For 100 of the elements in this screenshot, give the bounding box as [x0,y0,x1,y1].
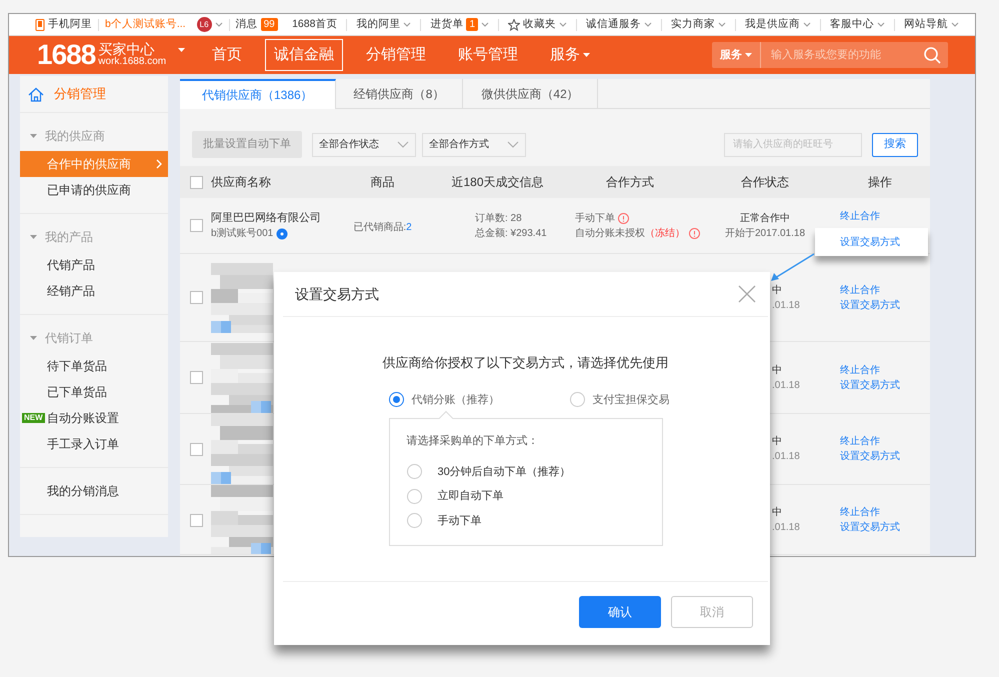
phone-icon [35,18,45,30]
column-header: 合作状态 [741,175,789,189]
chevron-icon [156,159,162,169]
top-link[interactable]: 收藏夹 [523,16,556,32]
checkbox[interactable] [190,514,203,526]
chat-icon[interactable] [276,228,288,240]
status-text: 中 [772,284,782,298]
start-date: .01.18 [772,298,800,312]
action-link[interactable]: 设置交易方式 [840,378,900,392]
action-link[interactable]: 终止合作 [840,434,880,449]
tab[interactable]: 微供供应商（42） [463,79,598,108]
item-label: 自动分账设置 [47,410,119,427]
level-badge: L6 [196,17,212,32]
supplier-name[interactable]: 阿里巴巴网络有限公司 [211,210,321,226]
top-link[interactable]: 诚信通服务 [586,16,641,32]
sidebar-item[interactable]: 已下单货品 [20,379,168,405]
top-link[interactable]: 我是供应商 [745,16,800,32]
home-icon [28,86,44,102]
checkbox[interactable] [190,371,203,384]
arrow [771,253,814,281]
action-link[interactable]: 设置交易方式 [840,298,900,312]
top-link[interactable]: 客服中心 [830,16,874,32]
action-link[interactable]: 设置交易方式 [815,228,928,256]
search-button[interactable]: 搜索 [872,132,918,156]
dialog-title: 设置交易方式 [295,284,379,304]
account-name: b测试账号001 [211,226,274,242]
column-header: 近180天成交信息 [451,175,544,189]
radio-option[interactable]: 代销分账（推荐） [388,392,500,408]
sidebar-item[interactable]: 已申请的供应商 [20,177,168,203]
start-date: 开始于2017.01.18 [724,226,806,240]
phone-link[interactable]: 手机阿里 [48,16,92,32]
info-icon[interactable] [618,212,629,224]
header-subtitle: work.1688.com [98,57,166,68]
checkbox[interactable] [190,442,203,456]
tab[interactable]: 代销供应商（1386） [180,79,336,109]
sidebar-item[interactable]: 经销产品 [20,278,168,304]
column-header: 供应商名称 [211,174,271,191]
column-header: 操作 [868,175,892,189]
count-badge: 1 [466,18,478,31]
count-badge: 99 [260,18,278,31]
action-link[interactable]: 终止合作 [840,209,880,224]
top-link[interactable]: 网站导航 [904,16,948,32]
checkbox[interactable] [190,176,203,188]
close-icon[interactable] [738,285,756,303]
radio-option[interactable]: 手动下单 [406,512,644,529]
caret-icon [214,22,223,27]
column-header: 合作方式 [606,175,654,189]
chevron-icon [397,141,409,148]
total-amount: 总金额: ¥293.41 [475,226,548,240]
header-title: 买家中心 [98,42,154,58]
radio-option[interactable]: 30分钟后自动下单（推荐） [406,464,644,480]
filter-dropdown[interactable]: 全部合作状态 [312,132,416,156]
action-link[interactable]: 终止合作 [840,505,880,520]
action-link[interactable]: 设置交易方式 [840,449,900,464]
account-link[interactable]: b个人测试账号... [105,16,186,32]
search-field[interactable]: 请输入供应商的旺旺号 [724,132,862,156]
status-text: 中 [772,506,782,520]
nav-tab[interactable]: 账号管理 [449,38,528,72]
sidebar-item[interactable]: 待下单货品 [20,353,168,379]
sidebar-item[interactable]: NEW 自动分账设置 [20,405,168,431]
chevron-icon [507,141,519,148]
sidebar-item[interactable]: 我的分销消息 [20,478,168,504]
column-header: 商品 [370,175,394,189]
star-icon [508,18,520,30]
radio-option[interactable]: 立即自动下单 [406,488,644,504]
goods-count: 已代销商品:2 [353,222,412,232]
action-link[interactable]: 终止合作 [840,282,880,298]
checkbox[interactable] [190,219,203,232]
info-icon[interactable] [689,228,700,238]
panel-title: 请选择采购单的下单方式： [406,434,540,449]
order-count: 订单数: 28 [475,212,523,226]
sidebar-item[interactable]: 代销产品 [20,252,168,278]
confirm-button[interactable]: 确认 [579,596,661,628]
action-link[interactable]: 终止合作 [840,362,880,378]
start-date: .01.18 [772,450,800,464]
logo-text: 1688 [37,41,96,69]
top-link[interactable]: 1688首页 [292,16,338,32]
status-text: 正常合作中 [739,212,791,226]
nav-tab[interactable]: 诚信金融 [265,38,344,72]
new-badge: NEW [22,413,45,423]
search-icon[interactable] [924,46,941,64]
sidebar-item[interactable]: 手工录入订单 [20,431,168,457]
nav-tab[interactable]: 首页 [203,38,252,72]
auth-status: 自动分账未授权（冻结） [575,226,685,240]
status-text: 中 [772,434,782,449]
filter-dropdown[interactable]: 全部合作方式 [422,132,526,156]
top-link[interactable]: 我的阿里 [356,16,400,32]
nav-tab[interactable]: 分销管理 [357,38,436,72]
message-link[interactable]: 消息 [236,16,258,32]
action-link[interactable]: 设置交易方式 [840,520,900,535]
top-link[interactable]: 实力商家 [671,16,715,32]
nav-tab[interactable]: 服务 [541,38,600,72]
tab[interactable]: 经销供应商（8） [336,79,464,108]
caret-icon [745,53,752,57]
checkbox[interactable] [190,291,203,304]
radio-option[interactable]: 支付宝担保交易 [570,392,670,408]
caret-icon [178,48,186,52]
dialog-prompt: 供应商给你授权了以下交易方式，请选择优先使用 [382,354,668,372]
top-link[interactable]: 进货单 [430,16,464,32]
status-text: 中 [772,364,782,378]
